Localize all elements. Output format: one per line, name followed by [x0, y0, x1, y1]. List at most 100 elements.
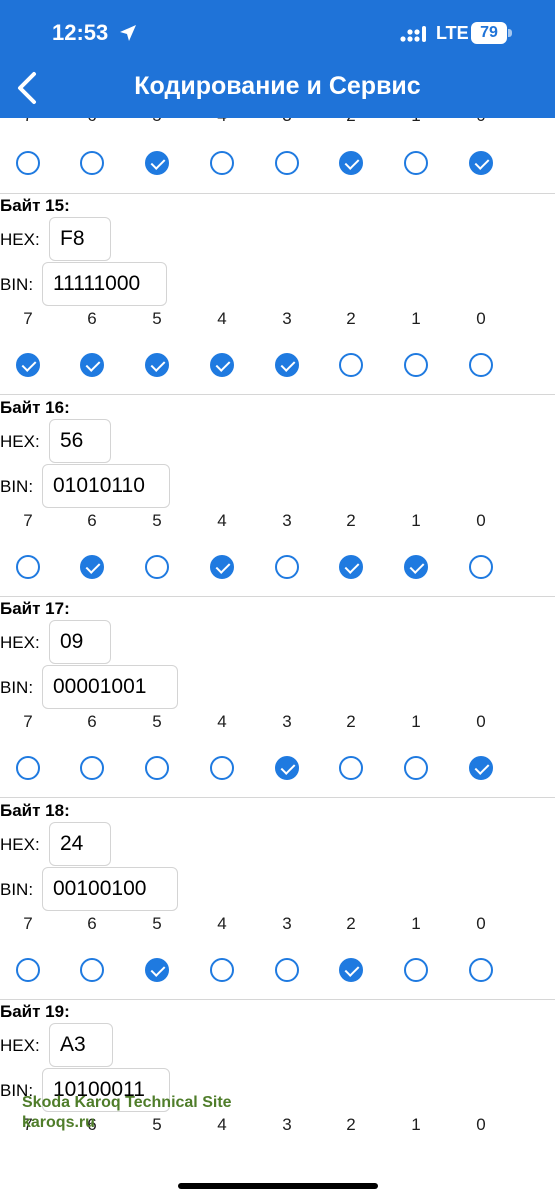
section-divider	[0, 998, 555, 1000]
bit-checkbox[interactable]	[210, 957, 234, 982]
bit-checkbox[interactable]	[210, 756, 234, 780]
byte-title: Байт 17:	[0, 599, 70, 618]
bin-field[interactable]: 00100100	[42, 866, 178, 911]
bit-checkbox[interactable]	[339, 554, 363, 579]
bit-checkbox-row	[0, 353, 555, 379]
bit-index-label: 6	[87, 510, 97, 530]
bit-checkbox[interactable]	[339, 957, 363, 982]
hex-label: HEX:	[0, 633, 40, 652]
bit-checkbox[interactable]	[469, 353, 493, 377]
bit-checkbox[interactable]	[469, 151, 493, 175]
bit-checkbox[interactable]	[210, 353, 234, 377]
bit-checkbox-row	[0, 756, 555, 782]
bit-index-label: 5	[152, 510, 162, 530]
bit-checkbox[interactable]	[275, 554, 299, 579]
bit-index-label: 7	[23, 309, 33, 328]
bin-field[interactable]: 00001001	[42, 665, 178, 709]
bit-index-label: 3	[282, 1115, 292, 1134]
bit-index-label: 2	[346, 913, 356, 933]
bit-checkbox[interactable]	[339, 353, 363, 377]
bit-checkbox[interactable]	[16, 756, 40, 780]
bit-index-label: 3	[272, 118, 302, 126]
bit-index-label: 5	[152, 712, 162, 731]
watermark-line-1: Skoda Karoq Technical Site	[22, 1094, 232, 1111]
bit-checkbox[interactable]	[404, 957, 428, 982]
bit-checkbox[interactable]	[339, 151, 363, 175]
bit-index-label: 4	[217, 309, 227, 328]
bit-index-label: 3	[282, 712, 292, 731]
bit-index-label: 6	[87, 309, 97, 328]
bit-checkbox[interactable]	[80, 151, 104, 175]
bit-checkbox[interactable]	[404, 756, 428, 780]
bin-label: BIN:	[0, 678, 34, 697]
bit-index-label: 3	[282, 913, 292, 933]
byte-title: Байт 15:	[0, 196, 70, 215]
bit-index-label: 7	[23, 913, 33, 933]
bit-checkbox[interactable]	[339, 756, 363, 780]
bit-index-label: 4	[217, 712, 227, 731]
byte-title: Байт 19:	[0, 1002, 70, 1021]
hex-field[interactable]: A3	[49, 1023, 113, 1067]
bit-checkbox[interactable]	[16, 554, 40, 579]
bit-checkbox[interactable]	[16, 353, 40, 377]
bit-checkbox[interactable]	[80, 756, 104, 780]
bit-index-label: 7	[23, 712, 33, 731]
bit-checkbox[interactable]	[80, 554, 104, 579]
bit-index-label: 5	[152, 309, 162, 328]
bit-checkbox[interactable]	[80, 353, 104, 377]
bit-index-row: 7 6 5 4 3 2 1 0	[0, 309, 555, 333]
bit-checkbox[interactable]	[16, 957, 40, 982]
bit-checkbox[interactable]	[16, 151, 40, 175]
bit-index-label: 1	[411, 913, 421, 933]
bit-checkbox[interactable]	[275, 957, 299, 982]
bin-label: BIN:	[0, 476, 34, 496]
hex-field[interactable]: 56	[49, 418, 111, 463]
watermark: Skoda Karoq Technical Site karoqs.ru	[22, 1093, 232, 1133]
bit-checkbox[interactable]	[210, 554, 234, 579]
bit-checkbox[interactable]	[145, 756, 169, 780]
bit-checkbox[interactable]	[404, 554, 428, 579]
bit-index-label: 7	[13, 118, 43, 126]
bit-index-label: 4	[207, 118, 237, 126]
byte-title: Байт 16:	[0, 397, 70, 417]
location-arrow-icon	[120, 25, 136, 41]
bin-field[interactable]: 01010110	[42, 463, 170, 508]
home-indicator[interactable]	[178, 1183, 378, 1189]
bit-checkbox[interactable]	[404, 353, 428, 377]
bit-checkbox[interactable]	[469, 957, 493, 982]
section-divider	[0, 193, 555, 194]
bit-index-row: 7 6 5 4 3 2 1 0	[0, 914, 555, 938]
bit-checkbox[interactable]	[210, 151, 234, 175]
bit-index-label: 2	[346, 712, 356, 731]
bit-checkbox[interactable]	[145, 353, 169, 377]
bit-index-label: 2	[346, 1115, 356, 1134]
hex-field[interactable]: 24	[49, 821, 111, 866]
bit-checkbox[interactable]	[145, 554, 169, 579]
section-divider	[0, 797, 555, 798]
bit-checkbox[interactable]	[275, 756, 299, 780]
bit-index-label: 1	[411, 510, 421, 530]
bit-checkbox[interactable]	[469, 756, 493, 780]
byte-title: Байт 18:	[0, 800, 70, 820]
bit-checkbox[interactable]	[145, 151, 169, 175]
battery-icon: 79	[471, 22, 513, 44]
bit-index-label: 0	[466, 118, 496, 126]
bin-field[interactable]: 11111000	[42, 262, 167, 306]
bit-index-label: 2	[336, 118, 366, 126]
bit-checkbox[interactable]	[469, 554, 493, 579]
hex-field[interactable]: 09	[49, 620, 111, 664]
section-divider	[0, 595, 555, 597]
hex-field[interactable]: F8	[49, 217, 111, 261]
bit-checkbox[interactable]	[145, 957, 169, 982]
bit-index-label: 2	[346, 510, 356, 530]
hex-label: HEX:	[0, 230, 40, 249]
bit-checkbox[interactable]	[275, 353, 299, 377]
bit-index-label: 4	[217, 913, 227, 933]
bit-index-label: 7	[23, 510, 33, 530]
bit-index-label: 3	[282, 510, 292, 530]
bit-checkbox[interactable]	[404, 151, 428, 175]
bit-checkbox[interactable]	[80, 957, 104, 982]
bit-index-label: 1	[411, 309, 421, 328]
bit-index-label: 6	[87, 712, 97, 731]
bit-checkbox[interactable]	[275, 151, 299, 175]
